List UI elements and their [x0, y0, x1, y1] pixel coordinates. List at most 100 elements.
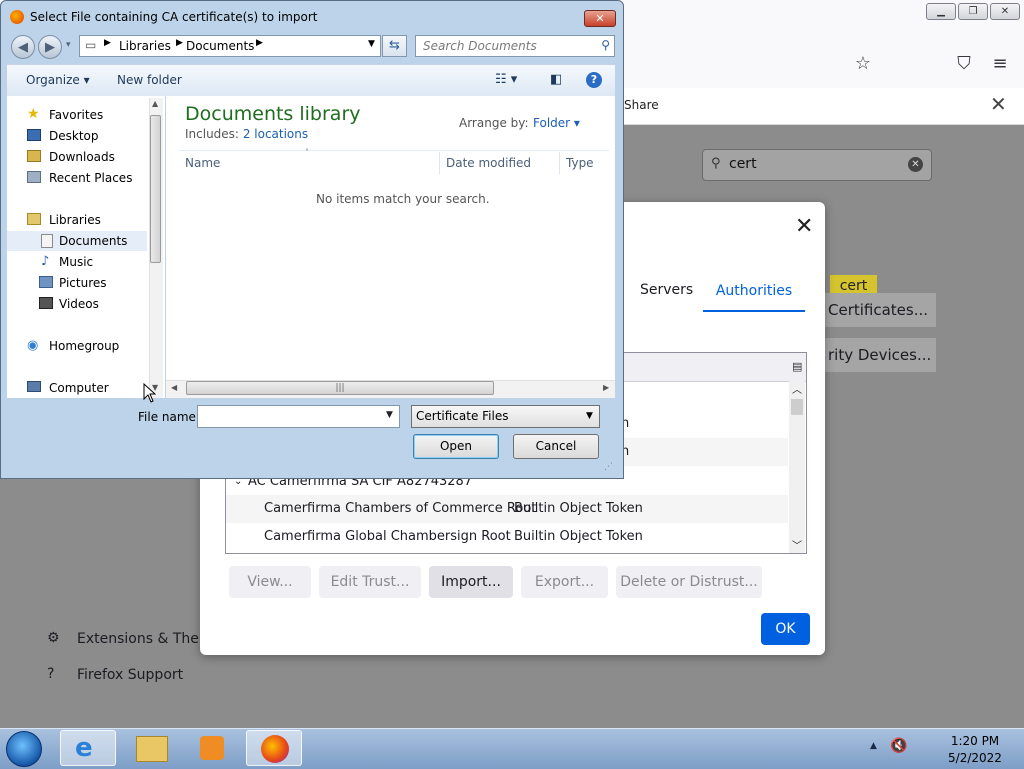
recent-pages-icon[interactable]: ▾ — [66, 40, 71, 50]
system-clock[interactable]: 1:20 PM 5/2/2022 — [940, 733, 1010, 767]
column-type[interactable]: Type — [566, 156, 594, 170]
scroll-up-icon[interactable]: ▲ — [152, 99, 158, 108]
ok-button[interactable]: OK — [761, 613, 810, 645]
restore-button[interactable]: ❐ — [958, 3, 988, 20]
column-date-modified[interactable]: Date modified — [446, 156, 531, 170]
settings-search-input[interactable]: cert — [729, 156, 757, 172]
chevron-right-icon[interactable]: ▶ — [104, 38, 111, 48]
export-button[interactable]: Export... — [521, 566, 608, 598]
nav-pictures[interactable]: Pictures — [7, 273, 147, 293]
close-dialog-icon[interactable]: ✕ — [795, 214, 813, 239]
file-list-pane[interactable] — [166, 96, 615, 398]
preview-pane-icon[interactable]: ◧ — [550, 72, 562, 87]
close-window-button[interactable]: ✕ — [990, 3, 1020, 20]
share-label[interactable]: Share — [624, 98, 659, 112]
bookmark-star-icon[interactable]: ☆ — [851, 52, 875, 76]
close-dialog-button[interactable]: ✕ — [584, 10, 616, 27]
music-icon: ♪ — [41, 254, 50, 269]
organize-button[interactable]: Organize ▾ — [26, 73, 90, 87]
forward-button[interactable]: ▶ — [38, 35, 62, 59]
nav-scroll-thumb[interactable] — [150, 115, 161, 263]
locations-link[interactable]: 2 locations — [243, 127, 308, 141]
taskbar-internet-explorer[interactable]: e — [60, 730, 116, 766]
delete-distrust-button[interactable]: Delete or Distrust... — [616, 566, 762, 598]
empty-message: No items match your search. — [316, 192, 490, 206]
sort-ascending-icon: ˄ — [305, 148, 309, 157]
view-button[interactable]: View... — [229, 566, 311, 598]
search-documents-box[interactable]: Search Documents ⚲ — [415, 35, 615, 57]
taskbar-media-player[interactable] — [184, 730, 240, 766]
clear-search-icon[interactable]: ✕ — [908, 157, 923, 172]
start-button[interactable] — [6, 731, 42, 767]
chevron-right-icon[interactable]: ▶ — [256, 38, 263, 48]
minimize-button[interactable]: ▁ — [926, 3, 956, 20]
desktop-icon — [27, 129, 41, 141]
new-folder-button[interactable]: New folder — [117, 73, 182, 87]
tree-row[interactable]: Camerfirma Chambers of Commerce Root Bui… — [226, 495, 788, 523]
tree-row[interactable]: Camerfirma Global Chambersign Root Built… — [226, 523, 788, 551]
address-dropdown-icon[interactable]: ▼ — [368, 39, 375, 49]
library-includes: Includes: 2 locations — [185, 127, 309, 141]
tab-servers[interactable]: Servers — [640, 282, 693, 298]
scroll-down-icon[interactable]: ﹀ — [792, 537, 802, 552]
nav-recent-places[interactable]: Recent Places — [7, 168, 147, 188]
nav-libraries[interactable]: Libraries — [7, 210, 147, 230]
nav-downloads[interactable]: Downloads — [7, 147, 147, 167]
libraries-icon — [27, 213, 41, 225]
breadcrumb-documents[interactable]: Documents — [186, 39, 254, 53]
column-name[interactable]: Name — [185, 156, 220, 170]
scroll-left-icon[interactable]: ◀ — [171, 383, 177, 392]
refresh-button[interactable]: ⇆ — [382, 35, 407, 57]
security-devices-button[interactable]: rity Devices... — [822, 338, 936, 372]
nav-videos[interactable]: Videos — [7, 294, 147, 314]
nav-homegroup[interactable]: ◉ Homegroup — [7, 336, 147, 356]
arrange-by-dropdown[interactable]: Folder ▾ — [533, 116, 580, 130]
computer-icon — [27, 381, 41, 392]
volume-muted-icon[interactable]: 🔇 — [890, 738, 907, 754]
sidebar-firefox-support[interactable]: Firefox Support — [77, 667, 183, 683]
file-type-filter[interactable]: Certificate Files ▼ — [411, 405, 600, 428]
dialog-title: Select File containing CA certificate(s)… — [30, 10, 318, 24]
nav-computer[interactable]: Computer — [7, 378, 147, 398]
tree-scrollbar[interactable]: ︿ ﹀ — [789, 381, 805, 553]
menu-hamburger-icon[interactable]: ≡ — [988, 52, 1012, 76]
file-name-input[interactable]: ▼ — [197, 405, 400, 428]
settings-search-box[interactable]: ⚲ cert ✕ — [702, 149, 932, 181]
nav-music[interactable]: ♪ Music — [7, 252, 147, 272]
horizontal-scroll-thumb[interactable]: ||| — [186, 381, 494, 395]
resize-grip-icon[interactable]: ⋰ — [604, 462, 613, 472]
help-icon[interactable]: ? — [586, 72, 602, 88]
breadcrumb-libraries[interactable]: Libraries — [119, 39, 171, 53]
address-bar[interactable]: ▭ ▶ Libraries ▶ Documents ▶ ▼ — [79, 35, 381, 57]
filter-dropdown-icon[interactable]: ▼ — [586, 406, 593, 427]
nav-desktop[interactable]: Desktop — [7, 126, 147, 146]
nav-favorites[interactable]: ★ Favorites — [7, 105, 147, 125]
edit-trust-button[interactable]: Edit Trust... — [319, 566, 421, 598]
taskbar-firefox[interactable] — [246, 730, 302, 766]
show-hidden-icons[interactable]: ▲ — [870, 741, 877, 751]
scroll-thumb[interactable] — [791, 399, 803, 415]
pocket-icon[interactable]: ⛉ — [952, 52, 976, 76]
back-button[interactable]: ◀ — [11, 35, 35, 59]
nav-documents[interactable]: Documents — [7, 231, 147, 251]
column-separator[interactable] — [559, 152, 560, 174]
search-documents-input[interactable]: Search Documents — [423, 39, 537, 53]
tab-authorities[interactable]: Authorities — [703, 274, 805, 312]
folder-icon: ▭ — [85, 38, 97, 52]
scroll-up-icon[interactable]: ︿ — [792, 381, 802, 396]
chevron-right-icon[interactable]: ▶ — [176, 38, 183, 48]
file-name-dropdown-icon[interactable]: ▼ — [386, 410, 393, 420]
scroll-right-icon[interactable]: ▶ — [603, 383, 609, 392]
import-button[interactable]: Import... — [429, 566, 513, 598]
column-separator[interactable] — [439, 152, 440, 174]
search-icon[interactable]: ⚲ — [601, 38, 610, 52]
taskbar-explorer[interactable] — [122, 730, 178, 766]
open-button[interactable]: Open — [413, 434, 499, 459]
view-certificates-button[interactable]: Certificates... — [822, 293, 936, 327]
cancel-button[interactable]: Cancel — [513, 434, 599, 459]
view-options-icon[interactable]: ☷ ▾ — [495, 72, 517, 87]
close-notification-icon[interactable]: ✕ — [990, 92, 1007, 116]
search-icon: ⚲ — [711, 156, 721, 171]
column-picker-icon[interactable]: ▤ — [792, 360, 802, 373]
star-icon: ★ — [27, 106, 40, 122]
